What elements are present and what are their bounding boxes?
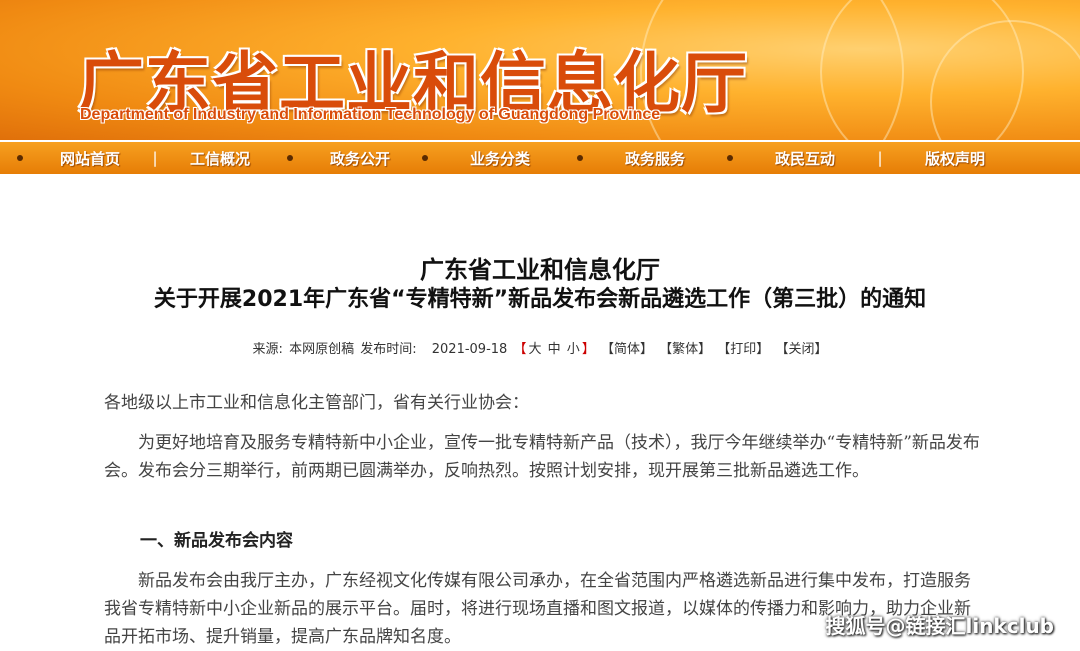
font-size-small-link[interactable]: 小 xyxy=(567,342,580,357)
paragraph-intro: 为更好地培育及服务专精特新中小企业，宣传一批专精特新产品（技术），我厅今年继续举… xyxy=(104,433,980,481)
source-value: 本网原创稿 xyxy=(289,342,355,357)
nav-separator: | xyxy=(152,149,158,167)
salutation: 各地级以上市工业和信息化主管部门，省有关行业协会： xyxy=(104,393,529,413)
traditional-link[interactable]: 【繁体】 xyxy=(659,342,711,357)
nav-bullet-icon xyxy=(727,155,733,161)
nav-bullet-icon xyxy=(17,155,23,161)
nav-interaction[interactable]: 政民互动 xyxy=(775,148,835,169)
nav-services[interactable]: 政务服务 xyxy=(625,148,685,169)
print-link[interactable]: 【打印】 xyxy=(717,342,769,357)
nav-bullet-icon xyxy=(287,155,293,161)
article-meta: 来源: 本网原创稿 发布时间: 2021-09-18 【大 中 小】 【简体】 … xyxy=(0,338,1080,357)
nav-public-affairs[interactable]: 政务公开 xyxy=(330,148,390,169)
nav-copyright[interactable]: 版权声明 xyxy=(925,148,985,169)
publish-date: 2021-09-18 xyxy=(431,342,508,357)
font-size-close: 】 xyxy=(581,342,595,357)
font-size-open: 【 xyxy=(513,342,527,357)
simplified-link[interactable]: 【简体】 xyxy=(601,342,653,357)
font-size-large-link[interactable]: 大 xyxy=(528,342,541,357)
nav-home[interactable]: 网站首页 xyxy=(60,148,120,169)
nav-bullet-icon xyxy=(577,155,583,161)
nav-separator: | xyxy=(877,149,883,167)
site-banner: 广东省工业和信息化厅 Department of Industry and In… xyxy=(0,0,1080,140)
main-nav: 网站首页 | 工信概况 政务公开 业务分类 政务服务 政民互动 | 版权声明 xyxy=(0,142,1080,174)
publish-label: 发布时间: xyxy=(360,342,417,357)
article-title-line1: 广东省工业和信息化厅 xyxy=(420,256,660,284)
nav-business[interactable]: 业务分类 xyxy=(470,148,530,169)
source-label: 来源: xyxy=(252,342,283,357)
watermark: 搜狐号@链接汇linkclub xyxy=(825,614,1054,638)
close-link[interactable]: 【关闭】 xyxy=(775,342,827,357)
site-subtitle: Department of Industry and Information T… xyxy=(80,106,661,123)
article-title-line2: 关于开展2021年广东省“专精特新”新品发布会新品遴选工作（第三批）的通知 xyxy=(153,287,927,312)
section-heading: 一、新品发布会内容 xyxy=(140,531,293,551)
nav-bullet-icon xyxy=(422,155,428,161)
nav-overview[interactable]: 工信概况 xyxy=(190,148,250,169)
font-size-medium-link[interactable]: 中 xyxy=(548,342,561,357)
